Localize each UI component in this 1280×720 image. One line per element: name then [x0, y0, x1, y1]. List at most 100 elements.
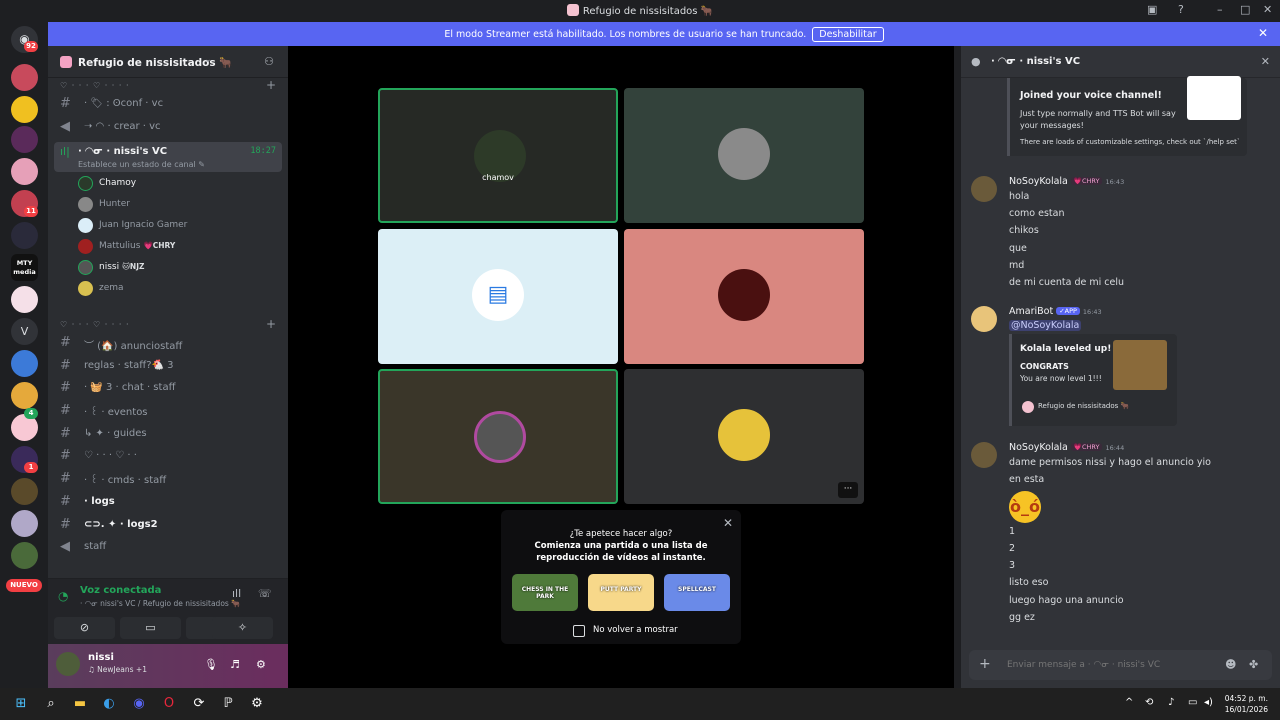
apps-icon[interactable]: ✤ [1249, 658, 1258, 671]
close-banner-icon[interactable]: ✕ [1258, 26, 1268, 40]
channel-item[interactable]: # reglas · staff?🐔 3 [54, 356, 282, 377]
user-mention[interactable]: @NoSoyKolala [1009, 320, 1082, 331]
channel-item[interactable]: ◀ staff [54, 537, 282, 558]
mic-tray-icon[interactable]: ♪ [1168, 697, 1174, 708]
message-author[interactable]: AmariBot [1009, 306, 1053, 317]
server-icon-1[interactable] [11, 64, 38, 91]
gear-icon[interactable]: ⚙ [256, 658, 266, 671]
channel-item[interactable]: # ︶ (🏠) anunciostaff [54, 333, 282, 354]
avatar[interactable] [971, 442, 997, 468]
system-clock[interactable]: 04:52 p. m. 16/01/2026 [1225, 693, 1268, 715]
participant-tile[interactable] [624, 88, 864, 223]
voice-user[interactable]: zema [78, 280, 278, 298]
volume-icon[interactable]: ◂) [1204, 697, 1213, 708]
opera-icon[interactable]: O [160, 695, 178, 713]
voice-user[interactable]: Chamoy [78, 175, 278, 193]
camera-off-button[interactable]: ⊘ [54, 617, 115, 639]
edge-browser-icon[interactable]: ◐ [100, 695, 118, 713]
activity-card-chess[interactable]: CHESS IN THE PARK [512, 574, 578, 611]
discord-taskbar-icon[interactable]: ◉ [130, 695, 148, 713]
disable-streamer-button[interactable]: Deshabilitar [812, 27, 884, 42]
mic-icon[interactable]: 🎙 [204, 658, 218, 671]
voice-channel-active[interactable]: ıl| · ◠ᓂ · nissi's VC 18:27 Establece un… [54, 142, 282, 172]
voice-user[interactable]: nissi 🐱NJZ [78, 259, 278, 277]
app-icon[interactable]: ℙ [219, 695, 237, 713]
participant-tile[interactable]: chamov [378, 88, 618, 223]
settings-icon[interactable]: ⚙ [248, 695, 266, 713]
headphones-icon[interactable]: ♬ [230, 658, 240, 671]
invite-people-icon[interactable]: ⚇ [264, 55, 274, 68]
channel-item[interactable]: # · logs [54, 492, 282, 513]
participant-tile[interactable]: ▤ [378, 229, 618, 364]
server-icon-3[interactable] [11, 126, 38, 153]
app-icon[interactable]: ⟳ [190, 695, 208, 713]
close-icon[interactable]: ✕ [1261, 55, 1270, 68]
channel-status[interactable]: Establece un estado de canal ✎ [78, 160, 205, 169]
noise-suppression-icon[interactable]: ıll [232, 587, 241, 600]
channel-item[interactable]: # ♡ · · · ♡ · · [54, 446, 282, 467]
start-menu-icon[interactable]: ⊞ [12, 695, 30, 713]
tray-chevron-icon[interactable]: ^ [1125, 697, 1133, 708]
voice-user[interactable]: Mattulius 💗CHRY [78, 238, 278, 256]
more-options-icon[interactable]: ··· [838, 482, 858, 498]
channel-item[interactable]: # ↳ ✦ · guides [54, 424, 282, 445]
add-channel-icon[interactable]: + [266, 317, 276, 331]
dont-show-label[interactable]: No volver a mostrar [593, 625, 678, 635]
close-window-button[interactable]: ✕ [1263, 3, 1272, 16]
channel-item[interactable]: ◀ ➝ ◠ · crear · vc [54, 117, 282, 138]
message-author[interactable]: NoSoyKolala [1009, 442, 1068, 453]
channel-item[interactable]: # · 🏷 : ʘconf · vc [54, 94, 282, 115]
channel-item[interactable]: # ⊂⊃. ✦ · logs2 [54, 515, 282, 536]
server-icon-11[interactable] [11, 382, 38, 409]
server-icon-2[interactable] [11, 96, 38, 123]
channel-item[interactable]: # · ꒰ · cmds · staff [54, 469, 282, 490]
disconnect-icon[interactable]: ☏ [258, 587, 272, 600]
current-username[interactable]: nissi [88, 652, 114, 663]
server-icon-6[interactable] [11, 222, 38, 249]
file-explorer-icon[interactable]: ▬ [71, 695, 89, 713]
soundboard-button[interactable]: ✧ [212, 617, 273, 639]
inbox-icon[interactable]: ▣ [1147, 3, 1157, 16]
message-input[interactable] [1007, 660, 1207, 670]
server-header[interactable]: Refugio de nissisitados 🐂 ⌄ ⚇ [48, 46, 288, 78]
category-1[interactable]: ♡ · · · ♡ · · · · [60, 81, 130, 90]
participant-tile[interactable] [378, 369, 618, 504]
message-author[interactable]: NoSoyKolala [1009, 176, 1068, 187]
search-icon[interactable]: ⌕ [42, 695, 60, 713]
add-channel-icon[interactable]: + [266, 78, 276, 92]
chevron-down-icon[interactable]: ⌄ [204, 55, 212, 65]
emoji-picker-icon[interactable]: ☻ [1225, 658, 1236, 671]
server-icon-14[interactable] [11, 478, 38, 505]
server-icon-8[interactable] [11, 286, 38, 313]
minimize-button[interactable]: – [1217, 3, 1223, 16]
display-icon[interactable]: ▭ [1188, 697, 1197, 708]
avatar[interactable] [56, 652, 80, 676]
activity-card-spellcast[interactable]: SPELLCAST [664, 574, 730, 611]
server-icon-10[interactable] [11, 350, 38, 377]
server-icon-16[interactable] [11, 542, 38, 569]
voice-stage: chamov ▤ ··· ✕ ¿Te apetece hacer algo? C… [288, 46, 954, 688]
voice-location[interactable]: · ◠ᓂ nissi's VC / Refugio de nissisitado… [80, 599, 241, 608]
activity-card-putt[interactable]: PUTT PARTY [588, 574, 654, 611]
maximize-button[interactable]: □ [1240, 3, 1250, 16]
server-icon-mty[interactable]: MTY media [11, 254, 38, 281]
channel-item[interactable]: # · ꒰ · eventos [54, 401, 282, 422]
avatar[interactable] [971, 176, 997, 202]
channel-item[interactable]: # · 🧺 3 · chat · staff [54, 378, 282, 399]
voice-user[interactable]: Juan Ignacio Gamer [78, 217, 278, 235]
title-bar: Refugio de nissisitados 🐂 ▣ ? – □ ✕ [0, 0, 1280, 22]
participant-tile[interactable] [624, 229, 864, 364]
voice-user[interactable]: Hunter [78, 196, 278, 214]
server-icon-15[interactable] [11, 510, 38, 537]
dont-show-checkbox[interactable] [573, 625, 585, 637]
help-icon[interactable]: ? [1178, 3, 1184, 16]
add-attachment-icon[interactable]: + [979, 656, 991, 672]
signal-icon[interactable]: ◔ [58, 589, 68, 603]
category-2[interactable]: ♡ · · · ♡ · · · · [60, 320, 130, 329]
avatar[interactable] [971, 306, 997, 332]
participant-tile[interactable]: ··· [624, 369, 864, 504]
server-icon-4[interactable] [11, 158, 38, 185]
screen-share-button[interactable]: ▭ [120, 617, 181, 639]
sync-icon[interactable]: ⟲ [1145, 697, 1153, 708]
server-icon-v[interactable]: V [11, 318, 38, 345]
